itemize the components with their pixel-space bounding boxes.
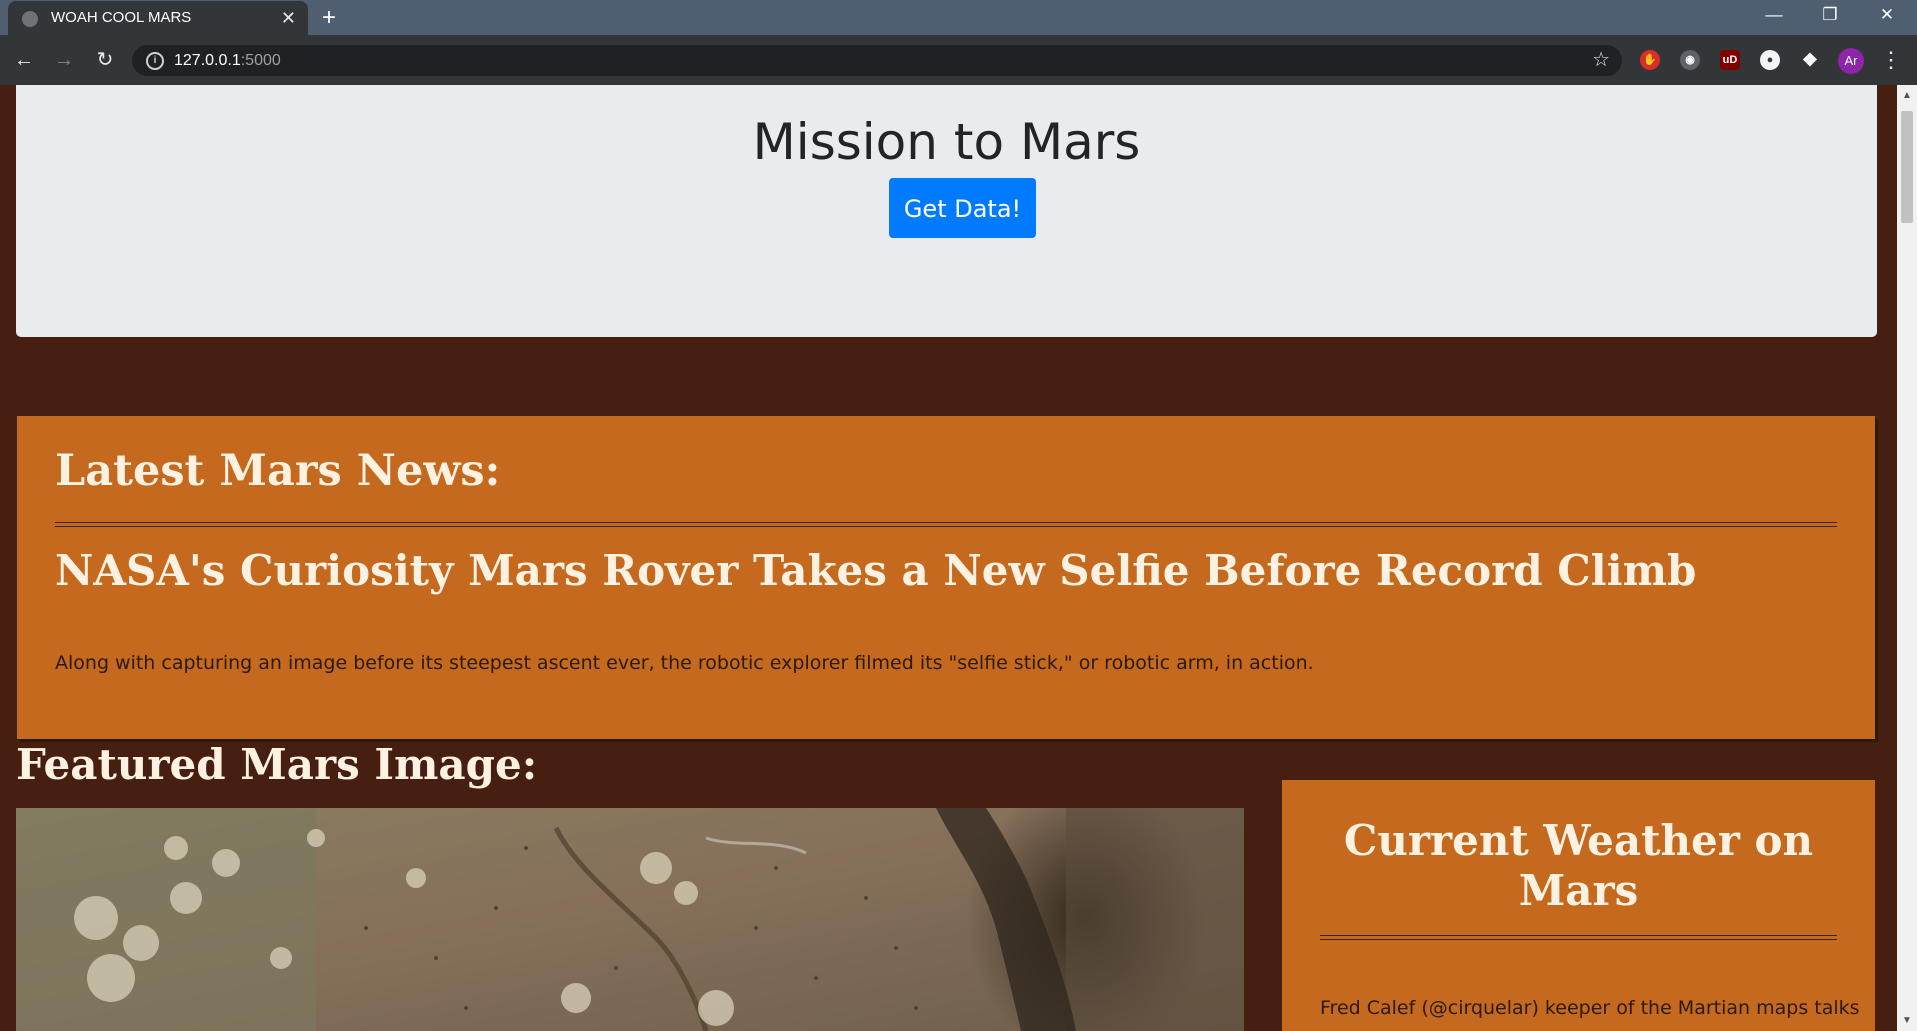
- extensions-icon[interactable]: ❖: [1800, 50, 1820, 70]
- info-icon[interactable]: i: [146, 52, 164, 70]
- divider: [55, 522, 1837, 527]
- adblock-extension-icon[interactable]: ✋: [1640, 50, 1660, 70]
- jumbotron: Mission to Mars Get Data!: [16, 85, 1877, 337]
- get-data-button[interactable]: Get Data!: [889, 178, 1036, 238]
- minimize-icon[interactable]: —: [1751, 0, 1797, 30]
- weather-text: Fred Calef (@cirquelar) keeper of the Ma…: [1320, 997, 1860, 1019]
- featured-mars-image: [16, 808, 1244, 1031]
- latest-news-heading: Latest Mars News:: [55, 446, 501, 496]
- divider: [1320, 935, 1837, 940]
- back-arrow-icon[interactable]: ←: [9, 45, 39, 75]
- url-text[interactable]: 127.0.0.1:5000: [174, 45, 281, 76]
- globe-icon: [22, 11, 38, 27]
- page-title: Mission to Mars: [752, 113, 1141, 171]
- close-window-icon[interactable]: ✕: [1864, 0, 1910, 30]
- reload-icon[interactable]: ↻: [90, 45, 120, 75]
- glasses-extension-icon[interactable]: ◉: [1680, 50, 1700, 70]
- star-icon[interactable]: ☆: [1592, 45, 1610, 76]
- circle-extension-icon[interactable]: ●: [1760, 50, 1780, 70]
- news-teaser: Along with capturing an image before its…: [55, 652, 1314, 674]
- tab-title: WOAH COOL MARS: [51, 9, 192, 26]
- restore-icon[interactable]: ❐: [1807, 0, 1853, 30]
- featured-image-heading: Featured Mars Image:: [16, 740, 538, 789]
- page-scrollbar[interactable]: ▲ ▼: [1897, 85, 1917, 1031]
- scroll-up-arrow-icon[interactable]: ▲: [1897, 90, 1917, 101]
- forward-arrow-icon[interactable]: →: [49, 45, 79, 75]
- weather-panel: Current Weather on Mars Fred Calef (@cir…: [1282, 780, 1875, 1031]
- ublock-extension-icon[interactable]: uD: [1720, 50, 1740, 70]
- browser-tab[interactable]: WOAH COOL MARS ✕: [8, 1, 308, 35]
- menu-icon[interactable]: ⋮: [1880, 45, 1902, 75]
- scroll-down-arrow-icon[interactable]: ▼: [1897, 1015, 1917, 1026]
- address-bar[interactable]: i 127.0.0.1:5000 ☆: [132, 45, 1622, 76]
- new-tab-button[interactable]: +: [322, 0, 336, 35]
- latest-news-panel: Latest Mars News: NASA's Curiosity Mars …: [17, 416, 1875, 739]
- profile-avatar[interactable]: Ar: [1838, 48, 1864, 74]
- browser-toolbar: ← → ↻ i 127.0.0.1:5000 ☆ ✋ ◉ uD ● ❖ Ar ⋮: [0, 35, 1917, 85]
- page-viewport: Mission to Mars Get Data! Latest Mars Ne…: [0, 85, 1897, 1031]
- scrollbar-thumb[interactable]: [1901, 111, 1913, 223]
- weather-heading: Current Weather on Mars: [1343, 816, 1814, 915]
- close-tab-icon[interactable]: ✕: [281, 1, 296, 35]
- browser-tab-bar: WOAH COOL MARS ✕ + — ❐ ✕: [0, 0, 1917, 35]
- news-title: NASA's Curiosity Mars Rover Takes a New …: [55, 546, 1697, 595]
